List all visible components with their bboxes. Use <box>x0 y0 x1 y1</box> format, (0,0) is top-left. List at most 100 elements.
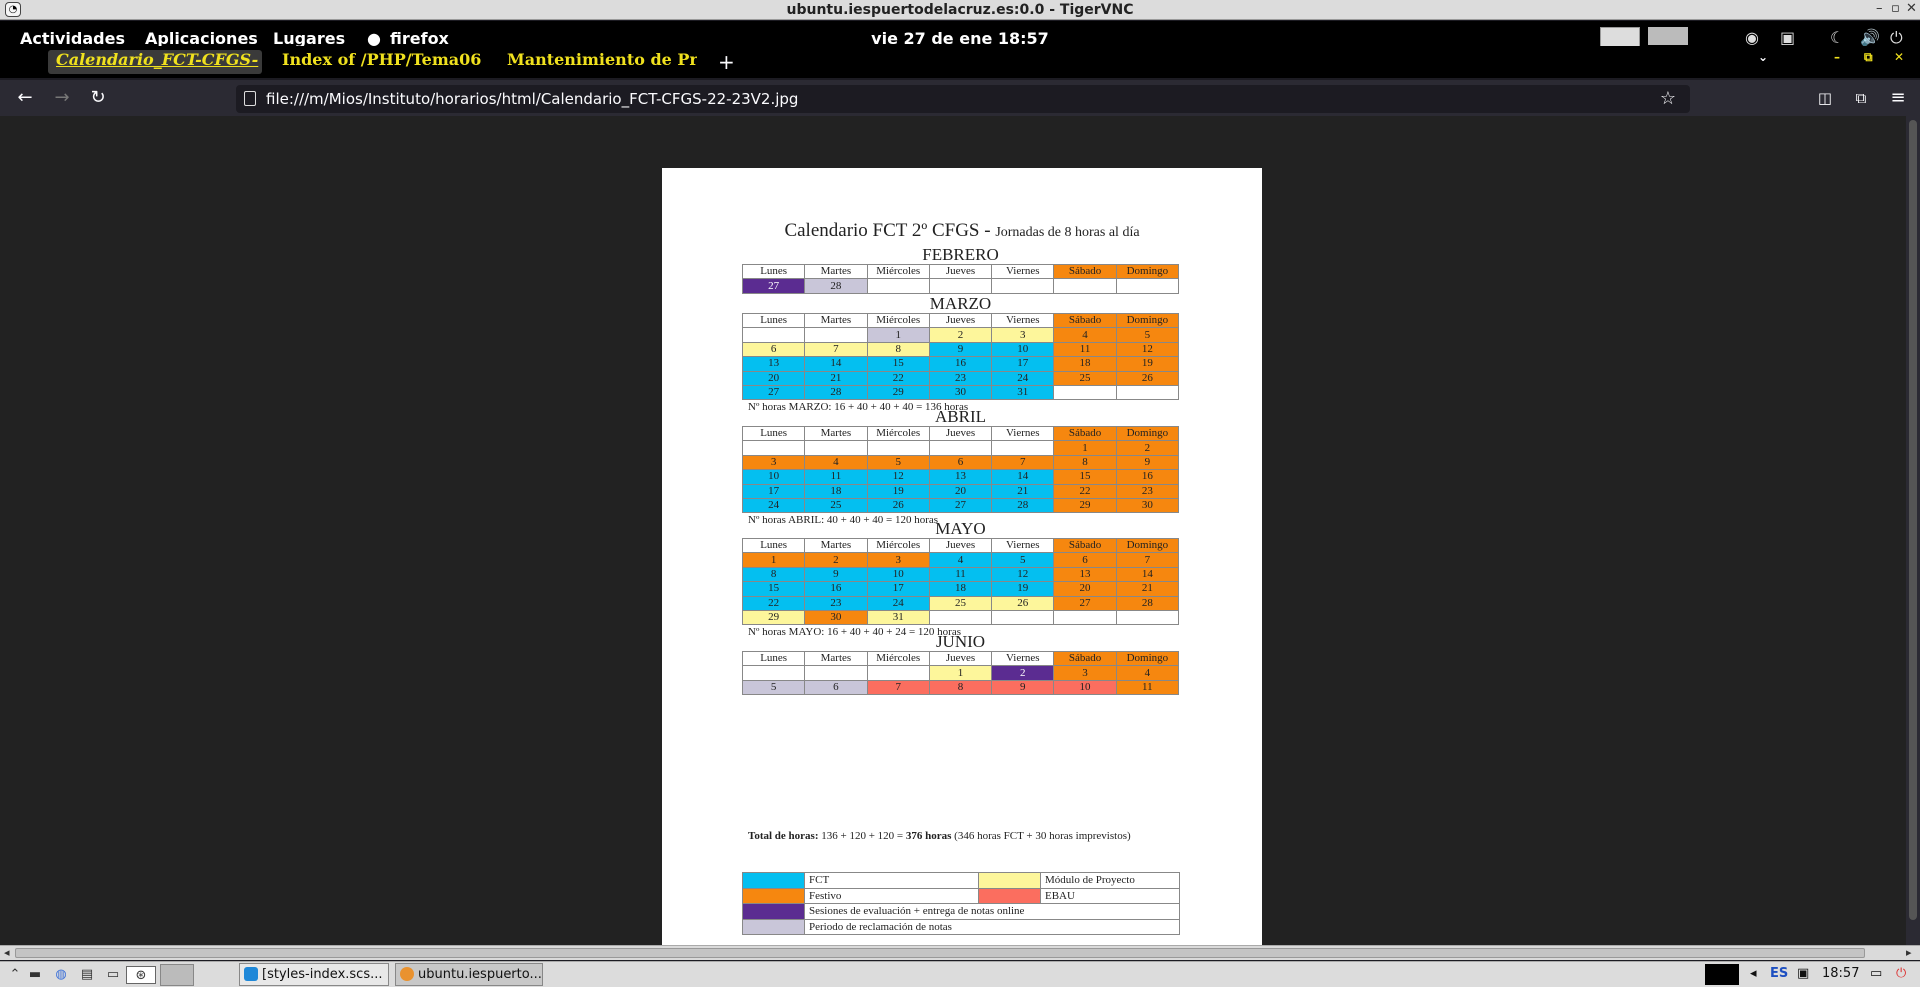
day-cell: 22 <box>741 595 806 611</box>
volume-icon[interactable]: 🔊 <box>1860 28 1880 47</box>
maximize-icon[interactable]: ▫ <box>1891 1 1900 16</box>
month-name: JUNIO <box>935 632 986 651</box>
scroll-left-icon[interactable]: ◂ <box>4 946 10 959</box>
day-cell: 18 <box>1053 356 1117 372</box>
screen-icon[interactable]: ▣ <box>1780 28 1795 47</box>
total-detail: (346 horas FCT + 30 horas imprevistos) <box>951 830 1131 842</box>
day-cell: 12 <box>866 469 930 485</box>
day-cell: 23 <box>804 595 868 611</box>
tray-volume-icon[interactable]: ◂ <box>1750 966 1757 981</box>
day-cell: 7 <box>804 341 868 358</box>
day-cell: 4 <box>928 552 993 568</box>
day-cell: 10 <box>1053 679 1117 696</box>
day-cell: 5 <box>741 679 806 696</box>
network-icon[interactable]: ◍ <box>52 966 70 984</box>
forward-arrow-icon[interactable]: → <box>50 86 74 110</box>
day-cell: 31 <box>991 384 1055 401</box>
scrollbar-thumb[interactable] <box>1909 120 1917 920</box>
day-cell <box>1053 278 1117 294</box>
month-marzo: MARZO Lunes Martes Miércoles Jueves Viernes Sá… <box>741 295 1180 414</box>
close-icon[interactable]: ✕ <box>1906 1 1917 16</box>
day-cell: 28 <box>1115 595 1180 611</box>
indicator-box-2[interactable] <box>1648 27 1688 45</box>
day-cell <box>1115 384 1180 401</box>
day-header: Martes <box>804 425 868 442</box>
tray-monitor-icon[interactable]: ▭ <box>1870 966 1882 981</box>
week-row: 27 28 <box>741 278 1180 294</box>
workspace-switcher[interactable] <box>160 964 194 986</box>
week-row: 24 25 26 27 28 29 30 <box>741 497 1180 514</box>
day-header: Viernes <box>991 537 1055 554</box>
scroll-right-icon[interactable]: ▸ <box>1906 946 1912 959</box>
bookmark-star-icon[interactable]: ☆ <box>1660 88 1676 109</box>
reload-icon[interactable]: ↻ <box>86 86 110 110</box>
pocket-icon[interactable]: ◫ <box>1813 86 1837 110</box>
day-cell <box>866 665 930 681</box>
files-icon[interactable]: ▭ <box>104 966 122 984</box>
day-cell: 2 <box>991 665 1055 681</box>
day-cell: 4 <box>1053 327 1117 343</box>
terminal-icon[interactable]: ▤ <box>78 966 96 984</box>
day-cell: 29 <box>866 384 930 401</box>
day-header: Sábado <box>1053 312 1117 329</box>
indicator-box-1[interactable] <box>1600 27 1640 47</box>
day-header: Viernes <box>991 650 1055 667</box>
day-cell: 15 <box>1053 469 1117 485</box>
window-minimize-icon[interactable]: – <box>1834 50 1848 74</box>
taskbar-clock[interactable]: 18:57 <box>1822 966 1859 981</box>
accessibility-icon[interactable]: ◉ <box>1745 28 1759 47</box>
keyboard-layout[interactable]: ES <box>1770 966 1788 981</box>
shutdown-icon[interactable]: ⏻ <box>1896 966 1906 981</box>
day-cell: 21 <box>991 483 1055 499</box>
day-cell <box>991 440 1055 456</box>
day-cell: 8 <box>1053 454 1117 471</box>
task-label: [styles-index.scs... <box>262 967 383 982</box>
total-label: Total de horas: <box>748 830 819 842</box>
new-tab-icon[interactable]: + <box>718 50 738 74</box>
header-row: Lunes Martes Miércoles Jueves Viernes Sábado D… <box>741 425 1180 442</box>
task-tigervnc[interactable]: ubuntu.iespuerto... <box>395 963 543 986</box>
power-icon[interactable]: ⏻ <box>1890 28 1903 48</box>
week-row: 22 23 24 25 26 27 28 <box>741 595 1180 611</box>
horizontal-scrollbar[interactable]: ◂ ▸ <box>0 945 1920 960</box>
tray-app-icon[interactable]: ▣ <box>1797 966 1809 981</box>
vnc-icon[interactable]: ⊛ <box>126 966 156 984</box>
day-cell: 2 <box>1115 440 1180 456</box>
day-cell: 25 <box>928 595 993 611</box>
day-cell: 20 <box>741 370 806 386</box>
minimize-icon[interactable]: – <box>1876 1 1883 16</box>
day-cell: 13 <box>1053 566 1117 583</box>
night-light-icon[interactable]: ☾ <box>1830 28 1844 47</box>
day-cell: 30 <box>928 384 993 401</box>
back-arrow-icon[interactable]: ← <box>13 86 37 110</box>
window-restore-icon[interactable]: ⧉ <box>1864 50 1878 74</box>
url-bar[interactable]: file:///m/Mios/Instituto/horarios/html/C… <box>236 85 1690 113</box>
day-header: Lunes <box>741 263 806 280</box>
legend-swatch-ebau <box>978 887 1041 904</box>
window-close-icon[interactable]: ✕ <box>1894 50 1908 74</box>
day-cell <box>741 440 806 456</box>
scrollbar-thumb[interactable] <box>15 948 1865 958</box>
day-cell <box>928 278 993 294</box>
day-header: Miércoles <box>866 650 930 667</box>
day-cell: 12 <box>1115 341 1180 358</box>
day-cell: 10 <box>866 566 930 583</box>
list-tabs-chevron-icon[interactable]: ⌄ <box>1758 50 1774 74</box>
extensions-icon[interactable]: ⧉ <box>1849 86 1873 110</box>
total-hours: Total de horas: 136 + 120 + 120 = 376 ho… <box>748 830 1131 842</box>
start-menu-icon[interactable]: ⌃ <box>6 966 24 984</box>
url-text[interactable]: file:///m/Mios/Instituto/horarios/html/C… <box>266 90 798 108</box>
show-desktop-icon[interactable]: ▬ <box>26 966 44 984</box>
day-header: Miércoles <box>866 263 930 280</box>
app-menu-icon[interactable]: ≡ <box>1886 86 1910 110</box>
tab-mantenimiento[interactable]: Mantenimiento de Proc <box>507 50 697 74</box>
day-header: Lunes <box>741 425 806 442</box>
task-vscode[interactable]: [styles-index.scs... <box>239 963 389 986</box>
title-subtitle: Jornadas de 8 horas al día <box>995 225 1140 240</box>
tab-index-php[interactable]: Index of /PHP/Tema06× <box>282 50 487 74</box>
day-cell: 14 <box>1115 566 1180 583</box>
day-header: Lunes <box>741 537 806 554</box>
day-cell: 15 <box>741 581 806 597</box>
tab-calendario[interactable]: Calendario_FCT-CFGS-× <box>48 50 262 74</box>
vertical-scrollbar[interactable] <box>1906 116 1920 946</box>
